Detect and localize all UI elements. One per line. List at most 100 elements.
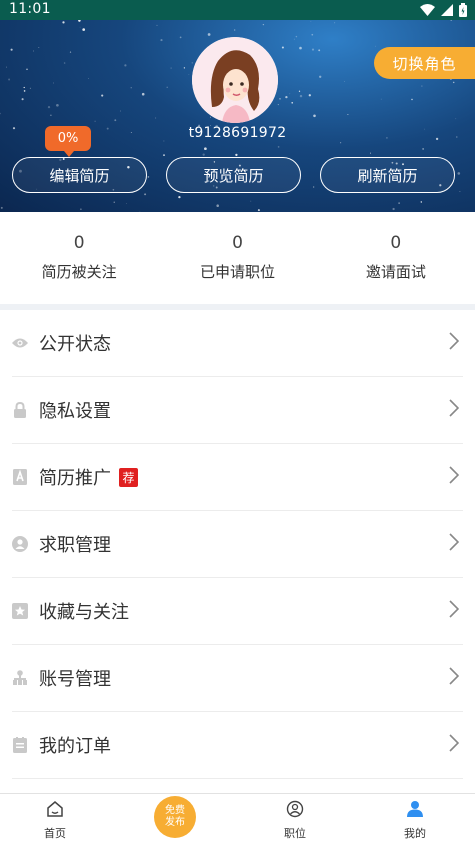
menu-item-favorites[interactable]: 收藏与关注 [12, 578, 463, 645]
star [69, 51, 72, 53]
star [79, 26, 81, 28]
avatar[interactable] [192, 37, 278, 123]
star [250, 200, 252, 202]
star [235, 153, 238, 157]
status-bar: 11:01 [0, 0, 475, 20]
star [380, 98, 382, 100]
star [262, 23, 265, 26]
switch-role-label: 切换角色 [392, 54, 457, 73]
star [310, 21, 312, 22]
star [5, 66, 7, 68]
menu-item-public-status[interactable]: 公开状态 [12, 310, 463, 377]
menu-item-job-management[interactable]: 求职管理 [12, 511, 463, 578]
star [156, 24, 158, 26]
star [23, 86, 25, 89]
eye-icon [12, 335, 28, 351]
chevron-right-icon [449, 332, 459, 350]
resume-progress-value: 0% [57, 131, 79, 146]
battery-icon [459, 3, 467, 17]
star [319, 75, 322, 78]
chevron-right-icon [449, 600, 459, 618]
menu-item-privacy[interactable]: 隐私设置 [12, 377, 463, 444]
profile-header: 切换角色 t9128691972 0% 编辑简历 预览简历 刷新简历 [0, 20, 475, 212]
nav-jobs[interactable]: 职位 [255, 794, 335, 849]
menu-item-orders[interactable]: 我的订单 [12, 712, 463, 779]
star [21, 98, 24, 101]
promote-icon [12, 469, 28, 485]
star [120, 110, 121, 112]
settings-menu: 公开状态 隐私设置 简历推广 荐 求职管理 收藏与关注 账号管理 我的订单 [0, 310, 475, 779]
star [114, 119, 117, 122]
nav-home-label: 首页 [44, 827, 66, 840]
star [285, 95, 288, 99]
star [308, 94, 311, 97]
star [155, 117, 157, 119]
avatar-illustration [192, 37, 278, 123]
stat-interviews[interactable]: 0 邀请面试 [317, 212, 475, 304]
switch-role-button[interactable]: 切换角色 [374, 47, 475, 79]
star [10, 48, 13, 51]
nav-mine[interactable]: 我的 [375, 794, 455, 849]
star [94, 120, 96, 122]
star [459, 190, 461, 193]
signal-icon [441, 4, 453, 16]
menu-item-label: 收藏与关注 [39, 602, 129, 623]
stat-value: 0 [390, 233, 402, 253]
star [88, 78, 89, 79]
preview-resume-button[interactable]: 预览简历 [166, 157, 301, 193]
star [457, 172, 461, 175]
menu-item-label: 公开状态 [39, 334, 111, 355]
star [207, 33, 211, 36]
stat-value: 0 [73, 233, 85, 253]
menu-item-label: 隐私设置 [39, 401, 111, 422]
star [291, 101, 294, 104]
star [126, 203, 128, 204]
chevron-right-icon [449, 667, 459, 685]
star [398, 202, 400, 204]
resume-progress-badge: 0% [45, 126, 91, 157]
edit-resume-label: 编辑简历 [49, 166, 110, 185]
star [318, 49, 321, 52]
star [144, 193, 147, 196]
nav-jobs-label: 职位 [284, 827, 306, 840]
star [124, 64, 127, 67]
star [422, 148, 424, 150]
star [63, 62, 66, 64]
chevron-right-icon [449, 399, 459, 417]
star [210, 116, 211, 118]
star [369, 152, 372, 154]
star [299, 94, 303, 98]
star [82, 28, 86, 31]
refresh-resume-button[interactable]: 刷新简历 [320, 157, 455, 193]
edit-resume-button[interactable]: 编辑简历 [12, 157, 147, 193]
menu-item-resume-promotion[interactable]: 简历推广 荐 [12, 444, 463, 511]
stat-applied[interactable]: 0 已申请职位 [158, 212, 316, 304]
stat-value: 0 [232, 233, 243, 253]
star [80, 208, 82, 210]
star [293, 38, 295, 40]
star [62, 21, 65, 24]
stat-label: 已申请职位 [199, 263, 275, 281]
star [183, 67, 186, 69]
star [311, 48, 315, 51]
free-publish-button[interactable]: 免费 发布 [154, 796, 196, 838]
system-icons [420, 3, 467, 17]
star [53, 82, 54, 84]
stat-followed[interactable]: 0 简历被关注 [0, 212, 158, 304]
star [299, 46, 302, 50]
star [421, 85, 423, 87]
status-time: 11:01 [9, 1, 51, 17]
star [289, 93, 291, 95]
star [113, 201, 115, 203]
wifi-icon [420, 4, 435, 16]
home-icon [47, 801, 63, 817]
star [295, 35, 298, 38]
star [78, 20, 81, 22]
star [50, 114, 52, 117]
job-manage-icon [12, 536, 28, 552]
menu-item-account[interactable]: 账号管理 [12, 645, 463, 712]
nav-home[interactable]: 首页 [15, 794, 95, 849]
favorite-icon [12, 603, 28, 619]
jobs-icon [286, 800, 304, 818]
star [281, 46, 284, 49]
